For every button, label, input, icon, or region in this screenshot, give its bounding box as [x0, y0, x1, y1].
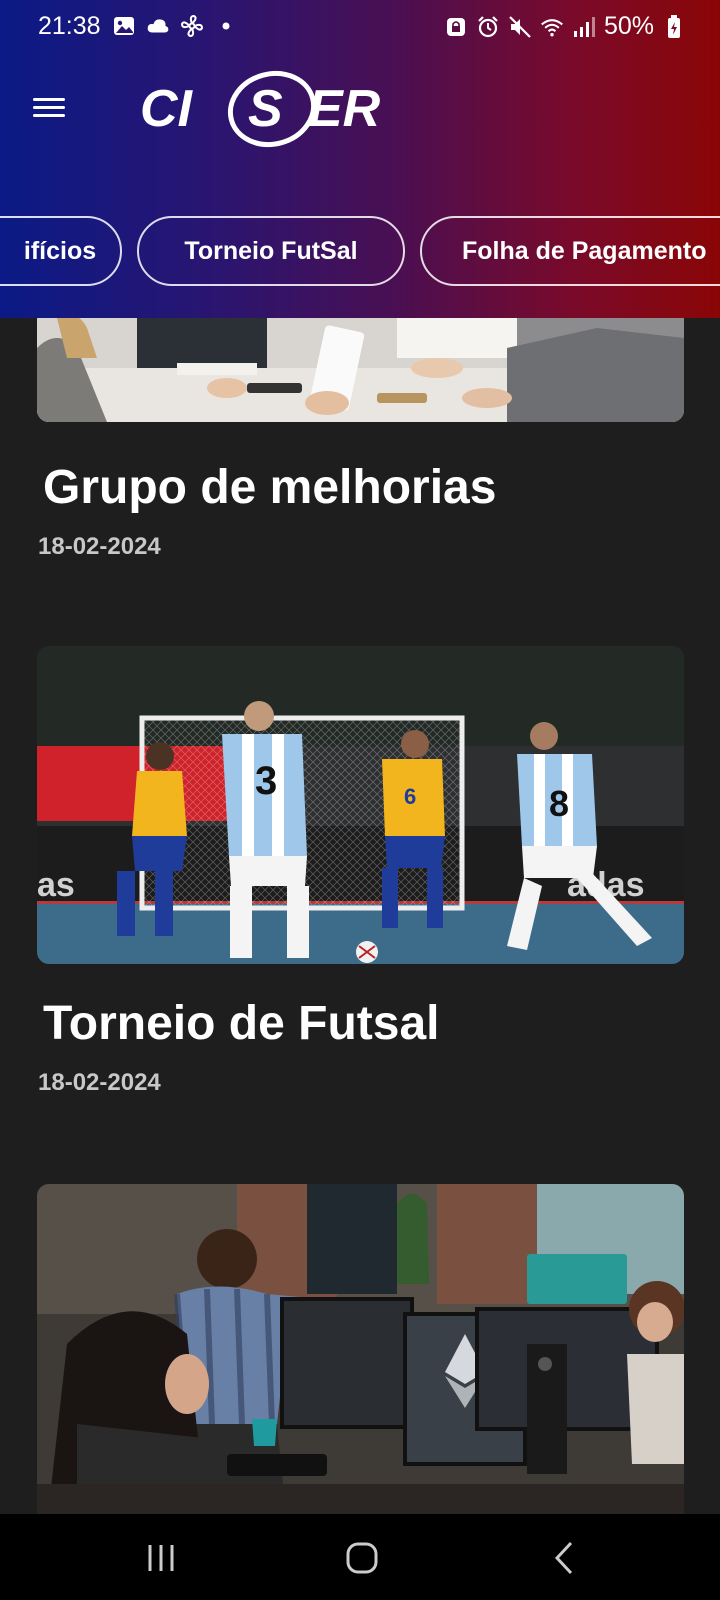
hamburger-icon-bar: [33, 106, 65, 109]
dot-icon: [214, 14, 238, 38]
tab-folha-de-pagamento[interactable]: Folha de Pagamento: [420, 216, 720, 286]
cloud-icon: [146, 14, 170, 38]
signal-icon: [572, 15, 596, 39]
svg-text:ER: ER: [308, 80, 381, 138]
back-icon[interactable]: [543, 1536, 587, 1580]
svg-text:6: 6: [404, 784, 416, 809]
tab-beneficios[interactable]: ifícios: [0, 216, 122, 286]
hamburger-icon-bar: [33, 98, 65, 101]
tab-torneio-futsal[interactable]: Torneio FutSal: [137, 216, 405, 286]
battery-icon: [662, 14, 686, 39]
status-time: 21:38: [38, 12, 101, 40]
svg-text:CI: CI: [140, 80, 194, 138]
wifi-icon: [540, 15, 564, 39]
ciser-logo: CI S ER: [140, 66, 390, 152]
fan-icon: [180, 14, 204, 38]
news-title[interactable]: Grupo de melhorias: [43, 460, 496, 515]
news-title[interactable]: Torneio de Futsal: [43, 996, 439, 1051]
status-notification-icons: [112, 14, 238, 38]
svg-text:8: 8: [549, 783, 569, 824]
mute-icon: [508, 15, 532, 39]
svg-text:as: as: [37, 866, 75, 904]
menu-button[interactable]: [30, 93, 70, 127]
status-system-icons: 50%: [444, 12, 686, 41]
gallery-icon: [112, 14, 136, 38]
hamburger-icon-bar: [33, 114, 65, 117]
news-feed[interactable]: Grupo de melhorias 18-02-2024 as adas 3 …: [0, 318, 720, 1514]
recents-icon[interactable]: [139, 1536, 183, 1580]
news-image-office[interactable]: [37, 1184, 684, 1514]
home-icon[interactable]: [340, 1536, 384, 1580]
lock-icon: [444, 15, 468, 39]
alarm-icon: [476, 15, 500, 39]
system-navigation-bar: [0, 1514, 720, 1600]
status-bar: 21:38 50%: [0, 0, 720, 56]
svg-text:3: 3: [255, 759, 277, 803]
news-image-meeting[interactable]: [37, 318, 684, 422]
app-header: 21:38 50% CI S ER ifícios Torneio FutSal…: [0, 0, 720, 318]
svg-text:S: S: [248, 80, 283, 138]
category-tabs: ifícios Torneio FutSal Folha de Pagament…: [0, 216, 720, 288]
news-date: 18-02-2024: [38, 533, 161, 560]
news-date: 18-02-2024: [38, 1069, 161, 1096]
battery-percentage: 50%: [603, 12, 654, 40]
news-image-futsal[interactable]: as adas 3 6 8: [37, 646, 684, 964]
